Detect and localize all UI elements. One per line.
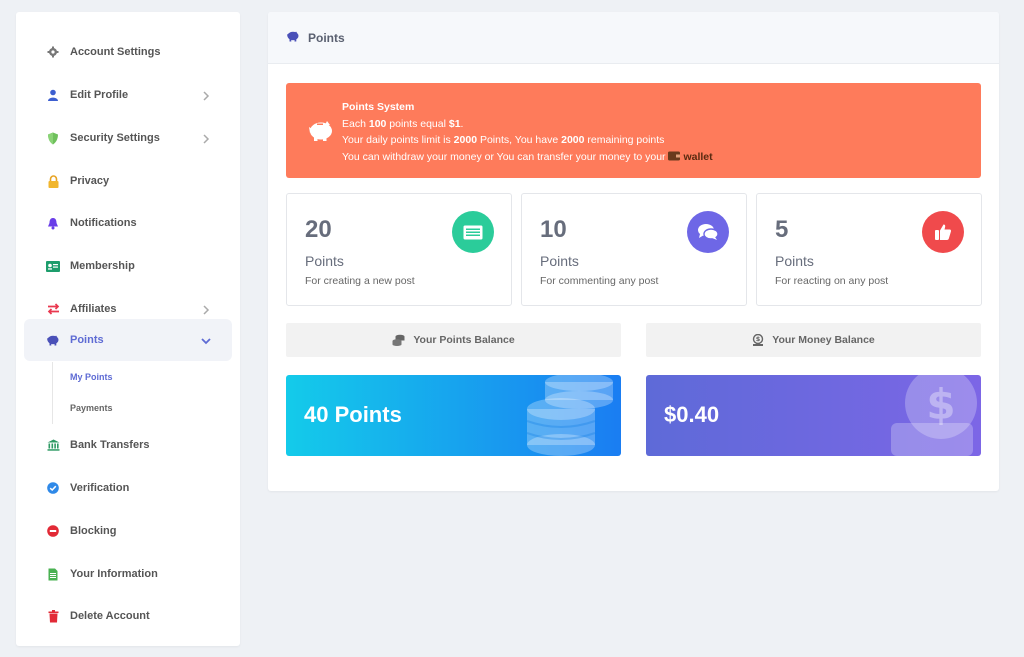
submenu-item-payments[interactable]: Payments xyxy=(70,403,113,413)
points-system-alert: Points System Each 100 points equal $1. … xyxy=(286,83,981,178)
document-icon xyxy=(46,567,60,581)
bell-icon xyxy=(46,216,60,230)
sidebar-item-membership[interactable]: Membership xyxy=(24,245,232,287)
piggy-bank-icon xyxy=(46,333,60,347)
chevron-right-icon xyxy=(200,89,212,101)
check-circle-icon xyxy=(46,481,60,495)
sidebar-item-label: Affiliates xyxy=(70,303,117,315)
alert-line-withdraw: You can withdraw your money or You can t… xyxy=(342,150,713,163)
sidebar-item-verification[interactable]: Verification xyxy=(24,467,232,509)
sidebar-item-label: Account Settings xyxy=(70,46,161,58)
points-balance-label: Your Points Balance xyxy=(413,334,515,346)
points-balance-value: 40 Points xyxy=(304,402,402,427)
alert-line-limit: Your daily points limit is 2000 Points, … xyxy=(342,134,665,146)
page-title: Points xyxy=(308,30,345,45)
points-balance-header: Your Points Balance xyxy=(286,323,621,357)
piggy-bank-icon xyxy=(286,29,300,47)
points-panel: Points Points System Each 100 points equ… xyxy=(268,12,999,491)
stat-value: 20 xyxy=(305,216,332,243)
stat-value: 10 xyxy=(540,216,567,243)
shield-icon xyxy=(46,131,60,145)
submenu-line xyxy=(52,362,53,424)
gear-icon xyxy=(46,45,60,59)
trash-icon xyxy=(46,609,60,623)
exchange-icon xyxy=(46,302,60,316)
id-card-icon xyxy=(46,259,60,273)
stat-card-new-post: 20 Points For creating a new post xyxy=(286,193,512,306)
points-balance-card: 40 Points xyxy=(286,375,621,456)
sidebar-item-your-information[interactable]: Your Information xyxy=(24,553,232,595)
sidebar-item-label: Security Settings xyxy=(70,132,160,144)
stat-card-react: 5 Points For reacting on any post xyxy=(756,193,982,306)
sidebar: Account Settings Edit Profile Security S… xyxy=(16,12,240,646)
money-icon: $ xyxy=(752,334,764,346)
bank-icon xyxy=(46,438,60,452)
sidebar-item-label: Delete Account xyxy=(70,610,150,622)
comments-icon xyxy=(687,211,729,253)
stat-description: For commenting any post xyxy=(540,275,659,287)
sidebar-item-label: Privacy xyxy=(70,175,110,187)
user-icon xyxy=(46,88,60,102)
newspaper-icon xyxy=(452,211,494,253)
sidebar-item-label: Verification xyxy=(70,482,130,494)
sidebar-item-points[interactable]: Points xyxy=(24,319,232,361)
chevron-down-icon xyxy=(200,334,212,346)
sidebar-item-label: Points xyxy=(70,334,104,346)
money-balance-value: $0.40 xyxy=(664,402,720,427)
sidebar-item-bank-transfers[interactable]: Bank Transfers xyxy=(24,424,232,466)
piggy-bank-icon xyxy=(306,119,334,148)
sidebar-item-label: Notifications xyxy=(70,217,137,229)
sidebar-item-notifications[interactable]: Notifications xyxy=(24,202,232,244)
sidebar-item-label: Blocking xyxy=(70,525,117,537)
alert-title: Points System xyxy=(342,101,415,113)
stat-unit: Points xyxy=(775,253,814,269)
sidebar-item-label: Bank Transfers xyxy=(70,439,150,451)
wallet-link[interactable]: wallet xyxy=(668,151,713,163)
block-icon xyxy=(46,524,60,538)
stat-card-comment: 10 Points For commenting any post xyxy=(521,193,747,306)
alert-line-rate: Each 100 points equal $1. xyxy=(342,117,464,130)
alert-text: Points System Each 100 points equal $1. … xyxy=(342,99,713,165)
sidebar-item-blocking[interactable]: Blocking xyxy=(24,510,232,552)
stat-unit: Points xyxy=(305,253,344,269)
wallet-icon xyxy=(668,151,681,160)
sidebar-item-privacy[interactable]: Privacy xyxy=(24,160,232,202)
sidebar-item-delete-account[interactable]: Delete Account xyxy=(24,595,232,637)
sidebar-item-label: Your Information xyxy=(70,568,158,580)
coins-icon xyxy=(392,334,405,346)
money-balance-card: $0.40 $ xyxy=(646,375,981,456)
svg-text:$: $ xyxy=(926,380,955,429)
dollar-coin-icon: $ xyxy=(891,375,977,456)
submenu-item-my-points[interactable]: My Points xyxy=(70,372,113,382)
stat-description: For creating a new post xyxy=(305,275,415,287)
sidebar-item-edit-profile[interactable]: Edit Profile xyxy=(24,74,232,116)
svg-text:$: $ xyxy=(756,335,761,343)
sidebar-item-security-settings[interactable]: Security Settings xyxy=(24,117,232,159)
money-balance-header: $ Your Money Balance xyxy=(646,323,981,357)
stat-unit: Points xyxy=(540,253,579,269)
panel-header: Points xyxy=(268,12,999,64)
stat-value: 5 xyxy=(775,216,789,243)
thumbs-up-icon xyxy=(922,211,964,253)
sidebar-item-account-settings[interactable]: Account Settings xyxy=(24,31,232,73)
coins-stack-icon xyxy=(526,375,613,456)
stat-description: For reacting on any post xyxy=(775,275,889,287)
lock-icon xyxy=(46,174,60,188)
chevron-right-icon xyxy=(200,303,212,315)
sidebar-item-label: Edit Profile xyxy=(70,89,129,101)
chevron-right-icon xyxy=(200,132,212,144)
money-balance-label: Your Money Balance xyxy=(772,334,875,346)
sidebar-item-label: Membership xyxy=(70,260,135,272)
